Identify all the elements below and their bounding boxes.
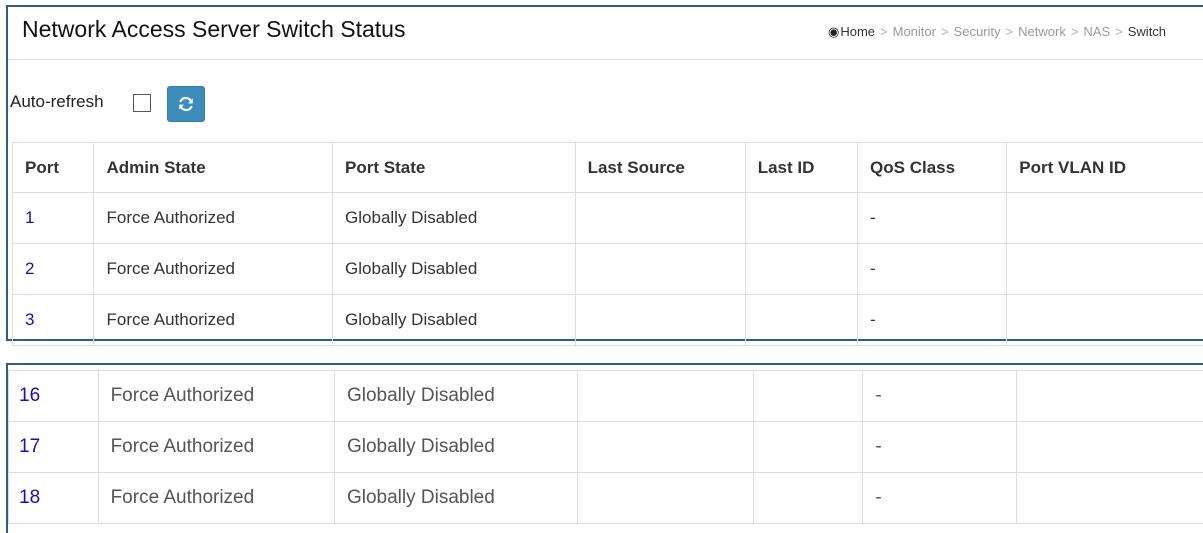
qos-class-cell: - xyxy=(863,371,1017,422)
last-source-cell xyxy=(575,244,745,295)
admin-state-cell: Force Authorized xyxy=(94,193,333,244)
breadcrumb-switch: Switch xyxy=(1128,24,1166,39)
column-header-port-state[interactable]: Port State xyxy=(333,143,576,193)
last-id-cell xyxy=(745,244,857,295)
admin-state-cell: Force Authorized xyxy=(98,371,334,422)
port-state-cell: Globally Disabled xyxy=(333,193,576,244)
breadcrumb-security[interactable]: Security xyxy=(954,24,1001,39)
auto-refresh-checkbox[interactable] xyxy=(133,94,151,112)
port-link[interactable]: 2 xyxy=(25,259,34,278)
qos-class-cell: - xyxy=(863,422,1017,473)
auto-refresh-label: Auto-refresh xyxy=(10,92,104,112)
refresh-icon xyxy=(177,95,195,113)
admin-state-cell: Force Authorized xyxy=(94,244,333,295)
last-source-cell xyxy=(578,371,754,422)
last-source-cell xyxy=(578,473,754,524)
last-id-cell xyxy=(754,473,863,524)
port-link[interactable]: 3 xyxy=(25,310,34,329)
qos-class-cell: - xyxy=(863,473,1017,524)
table-row: 17 Force Authorized Globally Disabled - xyxy=(9,422,1203,473)
port-state-cell: Globally Disabled xyxy=(334,371,577,422)
qos-class-cell: - xyxy=(858,193,1007,244)
port-cell: 17 xyxy=(9,422,99,473)
port-cell: 1 xyxy=(13,193,94,244)
last-id-cell xyxy=(745,295,857,346)
table-row: 3 Force Authorized Globally Disabled - xyxy=(13,295,1203,346)
last-source-cell xyxy=(575,295,745,346)
last-id-cell xyxy=(754,422,863,473)
admin-state-cell: Force Authorized xyxy=(98,473,334,524)
qos-class-cell: - xyxy=(858,244,1007,295)
port-cell: 2 xyxy=(13,244,94,295)
port-link[interactable]: 16 xyxy=(19,385,40,406)
status-panel-continued: 16 Force Authorized Globally Disabled - … xyxy=(6,363,1203,533)
title-bar: Network Access Server Switch Status ◉Hom… xyxy=(8,7,1203,60)
port-state-cell: Globally Disabled xyxy=(334,422,577,473)
port-vlan-id-cell xyxy=(1007,295,1203,346)
port-link[interactable]: 17 xyxy=(19,436,40,457)
nas-status-table-continued: 16 Force Authorized Globally Disabled - … xyxy=(8,370,1203,524)
table-row: 1 Force Authorized Globally Disabled - xyxy=(13,193,1203,244)
table-row: 16 Force Authorized Globally Disabled - xyxy=(9,371,1203,422)
refresh-button[interactable] xyxy=(167,86,205,122)
port-vlan-id-cell xyxy=(1007,193,1203,244)
port-state-cell: Globally Disabled xyxy=(333,295,576,346)
port-vlan-id-cell xyxy=(1017,422,1203,473)
admin-state-cell: Force Authorized xyxy=(98,422,334,473)
port-vlan-id-cell xyxy=(1007,244,1203,295)
column-header-last-source[interactable]: Last Source xyxy=(575,143,745,193)
breadcrumb-home[interactable]: Home xyxy=(840,24,875,39)
port-link[interactable]: 18 xyxy=(19,487,40,508)
port-cell: 3 xyxy=(13,295,94,346)
column-header-port-vlan-id[interactable]: Port VLAN ID xyxy=(1007,143,1203,193)
table-header-row: Port Admin State Port State Last Source … xyxy=(13,143,1203,193)
dashboard-icon: ◉ xyxy=(828,24,839,39)
breadcrumb-nas[interactable]: NAS xyxy=(1083,24,1110,39)
page-title: Network Access Server Switch Status xyxy=(22,16,405,43)
column-header-port[interactable]: Port xyxy=(13,143,94,193)
admin-state-cell: Force Authorized xyxy=(94,295,333,346)
table-row: 18 Force Authorized Globally Disabled - xyxy=(9,473,1203,524)
table-row: 2 Force Authorized Globally Disabled - xyxy=(13,244,1203,295)
last-source-cell xyxy=(578,422,754,473)
port-state-cell: Globally Disabled xyxy=(333,244,576,295)
port-state-cell: Globally Disabled xyxy=(334,473,577,524)
last-id-cell xyxy=(754,371,863,422)
status-panel: Network Access Server Switch Status ◉Hom… xyxy=(6,5,1203,341)
port-vlan-id-cell xyxy=(1017,371,1203,422)
column-header-admin-state[interactable]: Admin State xyxy=(94,143,333,193)
nas-status-table: Port Admin State Port State Last Source … xyxy=(12,142,1203,346)
qos-class-cell: - xyxy=(858,295,1007,346)
port-vlan-id-cell xyxy=(1017,473,1203,524)
column-header-last-id[interactable]: Last ID xyxy=(745,143,857,193)
breadcrumb-monitor[interactable]: Monitor xyxy=(893,24,936,39)
port-cell: 18 xyxy=(9,473,99,524)
column-header-qos-class[interactable]: QoS Class xyxy=(858,143,1007,193)
breadcrumb-network[interactable]: Network xyxy=(1018,24,1066,39)
port-link[interactable]: 1 xyxy=(25,208,34,227)
port-cell: 16 xyxy=(9,371,99,422)
last-id-cell xyxy=(745,193,857,244)
last-source-cell xyxy=(575,193,745,244)
breadcrumb: ◉Home>Monitor>Security>Network>NAS>Switc… xyxy=(828,24,1166,40)
